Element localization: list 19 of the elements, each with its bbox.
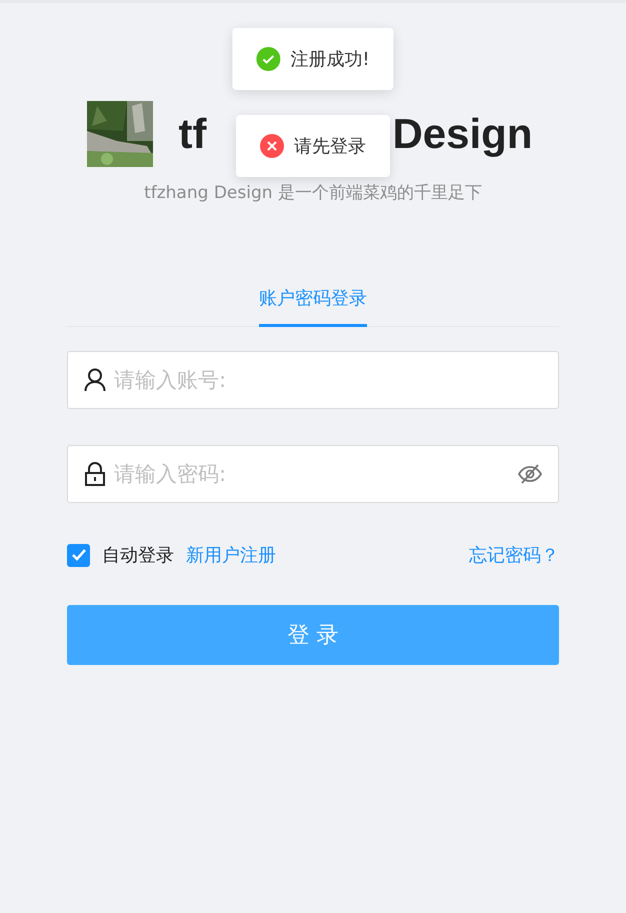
app-title: Design <box>392 110 532 158</box>
auto-login-label: 自动登录 <box>102 544 174 567</box>
success-icon <box>256 47 280 71</box>
message-text: 注册成功! <box>290 48 370 71</box>
account-field[interactable]: 请输入账号: <box>67 351 559 409</box>
lock-icon <box>84 462 106 486</box>
user-icon <box>84 368 106 392</box>
register-link[interactable]: 新用户注册 <box>186 543 276 567</box>
auto-login-checkbox[interactable] <box>67 544 90 566</box>
login-button[interactable]: 登 录 <box>67 605 559 665</box>
app-subtitle: tfzhang Design 是一个前端菜鸡的千里足下 <box>144 182 482 204</box>
error-icon <box>260 134 284 158</box>
eye-hidden-icon[interactable] <box>518 463 542 485</box>
check-icon <box>70 548 86 562</box>
app-title: tf <box>178 110 206 158</box>
login-tab[interactable]: 账户密码登录 <box>259 276 367 327</box>
password-field[interactable]: 请输入密码: <box>67 445 559 503</box>
message-text: 请先登录 <box>294 135 366 158</box>
forgot-password-link[interactable]: 忘记密码？ <box>469 543 559 567</box>
